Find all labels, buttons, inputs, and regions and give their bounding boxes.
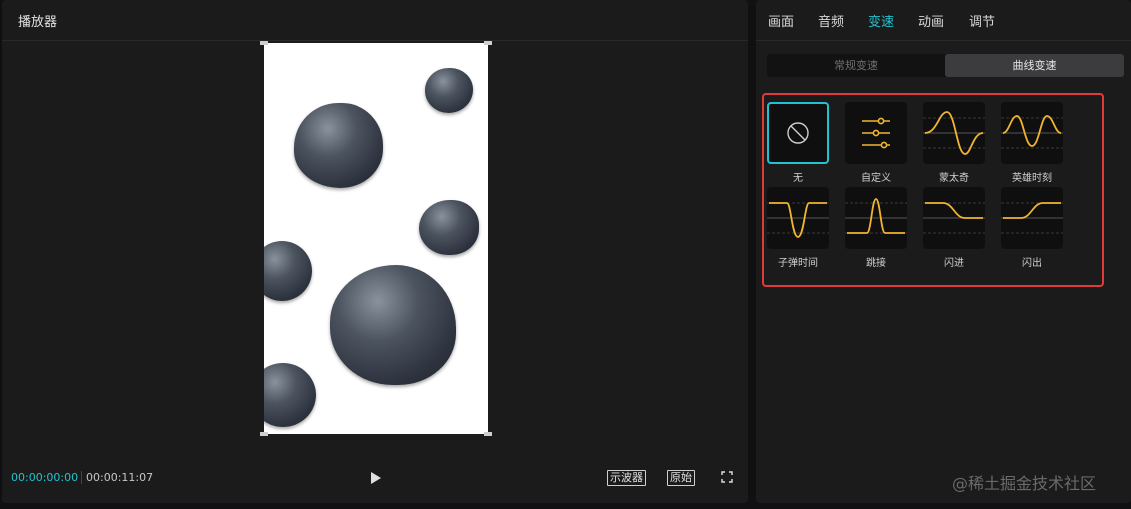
tab-audio[interactable]: 音频	[818, 11, 844, 30]
current-time: 00:00:00:00	[11, 471, 79, 484]
player-header: 播放器	[2, 0, 748, 41]
original-ratio-button[interactable]: 原始	[667, 470, 695, 486]
stone-image	[419, 200, 479, 255]
preset-label: 英雄时刻	[1012, 173, 1052, 184]
preset-label: 自定义	[861, 173, 891, 184]
stone-image	[264, 241, 312, 301]
stone-image	[264, 363, 316, 427]
normal-speed-option[interactable]: 常规变速	[767, 54, 945, 77]
crop-handle[interactable]	[260, 41, 268, 45]
bullet-time-curve-icon	[767, 202, 829, 238]
watermark: @稀土掘金技术社区	[952, 474, 1097, 493]
tab-bar: 画面 音频 变速 动画 调节	[756, 0, 1131, 41]
montage-curve-icon	[923, 111, 985, 155]
flash-in-curve-icon	[923, 202, 985, 234]
preset-label: 跳接	[866, 258, 886, 269]
speed-mode-switch: 常规变速 曲线变速	[767, 54, 1124, 77]
properties-panel: 画面 音频 变速 动画 调节 常规变速 曲线变速 无 自定义 蒙太奇 英雄时刻 …	[756, 0, 1131, 503]
preset-thumbnail	[845, 102, 907, 164]
player-panel: 播放器 00:00:00:00 00:00:11:07 示波器 原始	[2, 0, 748, 503]
preset-hero-moment[interactable]: 英雄时刻	[1001, 102, 1063, 184]
stone-image	[425, 68, 473, 113]
preset-thumbnail	[845, 187, 907, 249]
preset-label: 子弹时间	[778, 258, 818, 269]
crop-handle[interactable]	[484, 432, 492, 436]
stone-image	[294, 103, 383, 188]
preset-thumbnail	[923, 102, 985, 164]
play-icon[interactable]	[371, 472, 381, 484]
tab-animation[interactable]: 动画	[918, 11, 944, 30]
preset-flash-in[interactable]: 闪进	[923, 187, 985, 269]
preset-montage[interactable]: 蒙太奇	[923, 102, 985, 184]
preset-custom[interactable]: 自定义	[845, 102, 907, 184]
tab-picture[interactable]: 画面	[768, 11, 794, 30]
fullscreen-icon[interactable]	[721, 471, 733, 483]
preset-thumbnail	[923, 187, 985, 249]
preset-flash-out[interactable]: 闪出	[1001, 187, 1063, 269]
sliders-icon	[862, 117, 890, 149]
crop-handle[interactable]	[484, 41, 492, 45]
preset-label: 蒙太奇	[939, 173, 969, 184]
time-divider	[81, 471, 82, 484]
total-duration: 00:00:11:07	[86, 471, 154, 484]
preset-thumbnail	[1001, 102, 1063, 164]
jump-cut-curve-icon	[845, 198, 907, 234]
preset-label: 无	[793, 173, 803, 184]
tab-adjust[interactable]: 调节	[969, 11, 995, 30]
crop-handle[interactable]	[260, 432, 268, 436]
player-title: 播放器	[18, 15, 58, 30]
preset-jump-cut[interactable]: 跳接	[845, 187, 907, 269]
hero-moment-curve-icon	[1001, 115, 1063, 149]
preset-label: 闪进	[944, 258, 964, 269]
flash-out-curve-icon	[1001, 202, 1063, 234]
tab-speed[interactable]: 变速	[868, 11, 894, 30]
preset-label: 闪出	[1022, 258, 1042, 269]
none-icon	[787, 122, 809, 144]
preset-thumbnail	[767, 187, 829, 249]
preset-thumbnail	[1001, 187, 1063, 249]
waveform-button[interactable]: 示波器	[607, 470, 646, 486]
preset-none[interactable]: 无	[767, 102, 829, 184]
stone-image	[330, 265, 456, 385]
preset-thumbnail	[767, 102, 829, 164]
curve-speed-option[interactable]: 曲线变速	[945, 54, 1124, 77]
preset-bullet-time[interactable]: 子弹时间	[767, 187, 829, 269]
video-preview[interactable]	[264, 43, 488, 434]
